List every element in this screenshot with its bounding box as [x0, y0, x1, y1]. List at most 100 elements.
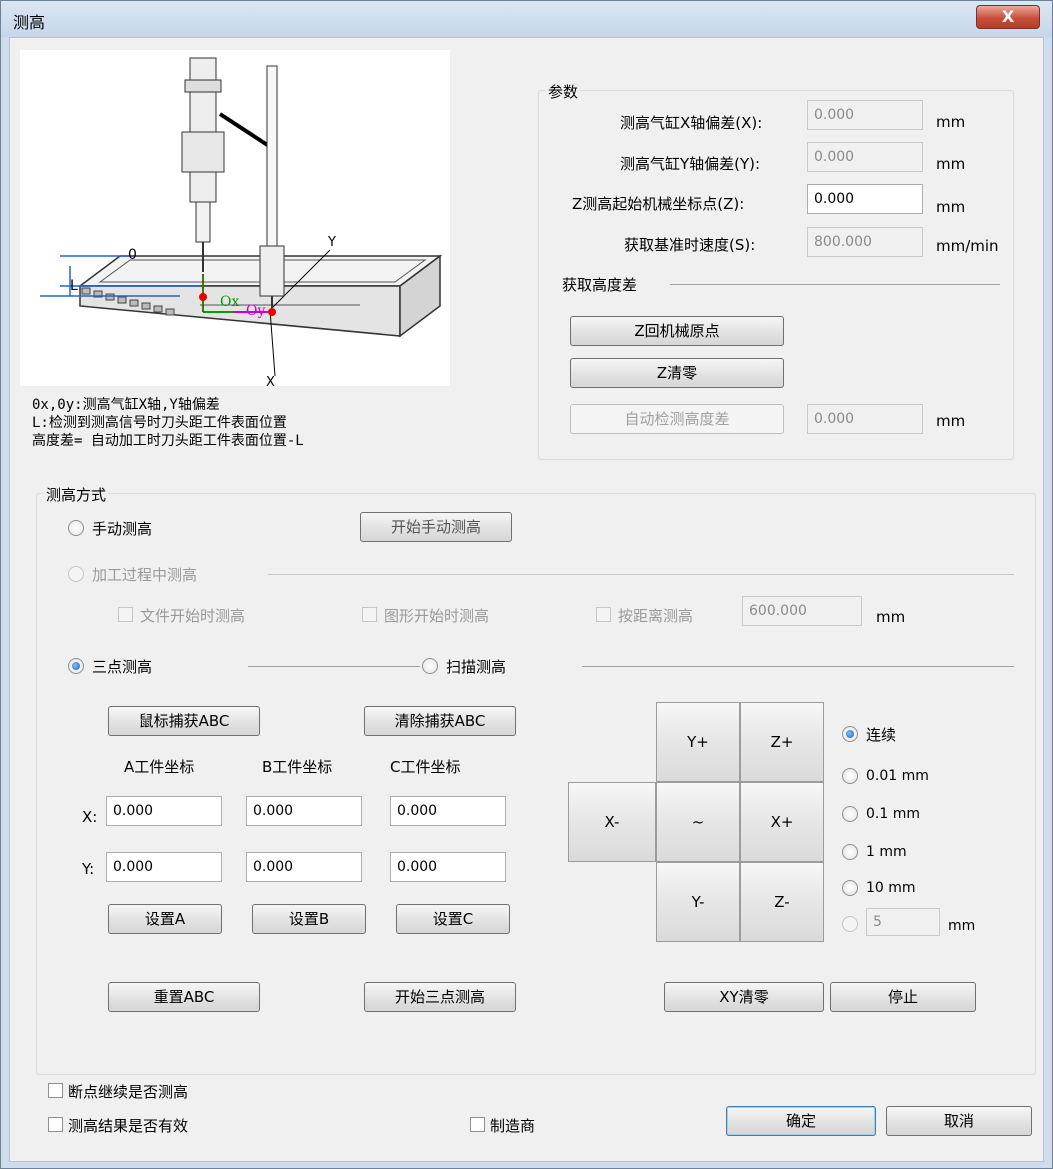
start-three-point-button[interactable]: 开始三点测高 [364, 982, 516, 1012]
col-c-header: C工件坐标 [390, 758, 461, 776]
speed-unit: mm/min [936, 237, 999, 255]
in-process-divider [268, 574, 1014, 575]
manufacturer-checkbox[interactable] [470, 1117, 485, 1132]
c-x-field[interactable] [390, 796, 506, 826]
description-line-2: L:检测到测高信号时刀头距工件表面位置 [32, 415, 287, 431]
auto-detect-button[interactable]: 自动检测高度差 [570, 404, 784, 434]
diagram-label-l: L [70, 278, 78, 294]
dialog-window: 测高 X 0 L Y X Ox Oy 0x,0y:测高气缸X轴,Y轴偏差 L:检… [0, 0, 1053, 1169]
diagram-label-oy: Oy [246, 303, 265, 319]
three-point-radio[interactable] [68, 658, 84, 674]
z-start-label: Z测高起始机械坐标点(Z): [572, 195, 745, 213]
reset-abc-button[interactable]: 重置ABC [108, 982, 260, 1012]
file-start-label: 文件开始时测高 [140, 607, 246, 625]
height-diff-title: 获取高度差 [562, 276, 638, 294]
clear-capture-button[interactable]: 清除捕获ABC [364, 706, 516, 736]
method-group-title: 测高方式 [44, 484, 109, 505]
mouse-capture-button[interactable]: 鼠标捕获ABC [108, 706, 260, 736]
close-button[interactable]: X [976, 5, 1040, 29]
window-title: 测高 [13, 13, 46, 32]
offset-x-field[interactable] [807, 100, 923, 130]
set-a-button[interactable]: 设置A [108, 904, 222, 934]
step-10-radio[interactable] [842, 880, 858, 896]
step-01-radio[interactable] [842, 806, 858, 822]
manual-label: 手动测高 [92, 520, 153, 538]
a-x-field[interactable] [106, 796, 222, 826]
offset-x-unit: mm [936, 113, 966, 131]
speed-label: 获取基准时速度(S): [624, 236, 756, 254]
diagram-label-ox: Ox [220, 294, 239, 310]
jog-y-minus-button[interactable]: Y- [656, 862, 740, 942]
step-1-radio[interactable] [842, 844, 858, 860]
step-001-label: 0.01 mm [866, 768, 929, 784]
distance-field[interactable] [742, 596, 862, 626]
three-point-divider [248, 666, 420, 667]
c-y-field[interactable] [390, 852, 506, 882]
step-continuous-radio[interactable] [842, 726, 858, 742]
diagram-label-zero: 0 [128, 247, 137, 263]
params-group-title: 参数 [546, 81, 581, 102]
offset-y-field[interactable] [807, 142, 923, 172]
shape-start-label: 图形开始时测高 [384, 607, 490, 625]
ok-button[interactable]: 确定 [726, 1106, 876, 1136]
b-y-field[interactable] [246, 852, 362, 882]
in-process-label: 加工过程中测高 [92, 566, 198, 584]
stop-button[interactable]: 停止 [830, 982, 976, 1012]
jog-x-plus-button[interactable]: X+ [740, 782, 824, 862]
result-valid-checkbox[interactable] [48, 1117, 63, 1132]
step-custom-radio[interactable] [842, 916, 858, 932]
jog-y-plus-button[interactable]: Y+ [656, 702, 740, 782]
in-process-radio[interactable] [68, 566, 84, 582]
description-line-1: 0x,0y:测高气缸X轴,Y轴偏差 [32, 397, 220, 413]
a-y-field[interactable] [106, 852, 222, 882]
resume-checkbox[interactable] [48, 1083, 63, 1098]
auto-detect-unit: mm [936, 412, 966, 430]
jog-center-button[interactable]: ~ [656, 782, 740, 862]
speed-field[interactable] [807, 227, 923, 257]
diagram-label-y: Y [327, 235, 336, 250]
b-x-field[interactable] [246, 796, 362, 826]
auto-detect-field[interactable] [807, 404, 923, 434]
scan-label: 扫描测高 [446, 658, 507, 676]
row-x-label: X: [82, 808, 98, 826]
step-custom-unit: mm [948, 918, 976, 934]
by-distance-label: 按距离测高 [618, 607, 694, 625]
file-start-checkbox[interactable] [118, 607, 133, 622]
diagram-illustration: 0 L Y X Ox Oy [40, 57, 443, 390]
jog-x-minus-button[interactable]: X- [568, 782, 656, 862]
step-01-label: 0.1 mm [866, 806, 920, 822]
z-home-button[interactable]: Z回机械原点 [570, 316, 784, 346]
offset-y-unit: mm [936, 155, 966, 173]
col-b-header: B工件坐标 [262, 758, 333, 776]
cancel-button[interactable]: 取消 [886, 1106, 1032, 1136]
col-a-header: A工件坐标 [124, 758, 195, 776]
dialog-client-area: 0 L Y X Ox Oy 0x,0y:测高气缸X轴,Y轴偏差 L:检测到测高信… [9, 37, 1044, 1162]
xy-zero-button[interactable]: XY清零 [664, 982, 824, 1012]
offset-x-label: 测高气缸X轴偏差(X): [620, 114, 763, 132]
title-bar[interactable]: 测高 X [1, 1, 1052, 37]
manual-radio[interactable] [68, 520, 84, 536]
z-zero-button[interactable]: Z清零 [570, 358, 784, 388]
step-001-radio[interactable] [842, 768, 858, 784]
description-line-3: 高度差= 自动加工时刀头距工件表面位置-L [32, 433, 304, 449]
scan-radio[interactable] [422, 658, 438, 674]
jog-z-minus-button[interactable]: Z- [740, 862, 824, 942]
step-custom-field[interactable] [866, 908, 940, 936]
manual-start-button[interactable]: 开始手动测高 [360, 512, 512, 542]
offset-y-label: 测高气缸Y轴偏差(Y): [620, 155, 761, 173]
jog-z-plus-button[interactable]: Z+ [740, 702, 824, 782]
set-b-button[interactable]: 设置B [252, 904, 366, 934]
z-start-field[interactable] [807, 184, 923, 214]
by-distance-checkbox[interactable] [596, 607, 611, 622]
scan-divider [582, 666, 1014, 667]
resume-label: 断点继续是否测高 [68, 1083, 189, 1101]
distance-unit: mm [876, 608, 906, 626]
manufacturer-label: 制造商 [490, 1117, 536, 1135]
result-valid-label: 测高结果是否有效 [68, 1117, 189, 1135]
z-start-unit: mm [936, 198, 966, 216]
three-point-label: 三点测高 [92, 658, 153, 676]
height-diff-divider [670, 284, 1000, 285]
set-c-button[interactable]: 设置C [396, 904, 510, 934]
step-1-label: 1 mm [866, 844, 907, 860]
shape-start-checkbox[interactable] [362, 607, 377, 622]
